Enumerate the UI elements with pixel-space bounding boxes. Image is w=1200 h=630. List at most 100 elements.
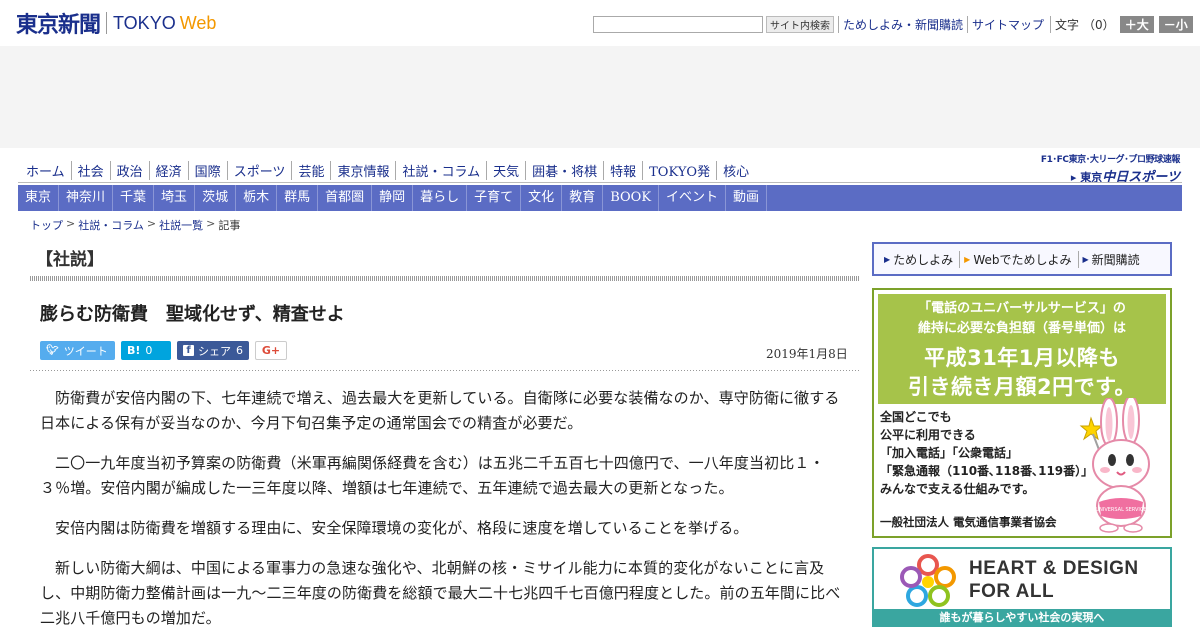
nav-item-tokyo-hatsu[interactable]: TOKYO発: [642, 160, 716, 180]
nav-divider: [18, 182, 1182, 183]
nav-item-politics[interactable]: 政治: [109, 160, 149, 180]
topic-education[interactable]: 教育: [562, 185, 604, 211]
topic-event[interactable]: イベント: [659, 185, 727, 211]
hatena-bookmark-button[interactable]: B! 0: [121, 341, 171, 360]
region-saitama[interactable]: 埼玉: [154, 185, 196, 211]
breadcrumb-separator: >: [206, 217, 216, 230]
nav-item-weather[interactable]: 天気: [486, 160, 525, 180]
ad-title-line2: FOR ALL: [969, 581, 1055, 602]
font-size-up-button[interactable]: ＋大: [1119, 15, 1154, 33]
breadcrumb-editorial-column[interactable]: 社説・コラム: [78, 217, 144, 233]
region-shutoken[interactable]: 首都圏: [318, 185, 373, 211]
font-size-label: 文字: [1050, 15, 1079, 33]
mascot-label: UNIVERSAL SERVICE: [1095, 507, 1146, 513]
ad-sponsor: 一般社団法人 電気通信事業者協会: [880, 515, 1057, 529]
trial-read-label: ためしよみ: [893, 252, 954, 267]
subscribe-label: 新聞購読: [1091, 252, 1140, 267]
topic-video[interactable]: 動画: [726, 185, 768, 211]
facebook-share-button[interactable]: f シェア 6: [177, 341, 249, 360]
region-kanagawa[interactable]: 神奈川: [59, 185, 114, 211]
logo-tokyo-shimbun: 東京新聞: [16, 12, 101, 38]
chunichi-sports-link[interactable]: F1･FC東京･大リーグ･プロ野球速報 ▸ 東京中日スポーツ: [1027, 152, 1180, 185]
ad-headline-panel: 「電話のユニバーサルサービス」の 維持に必要な負担額（番号単価）は 平成31年1…: [878, 294, 1166, 404]
ad-body-line: 全国どこでも: [880, 410, 952, 424]
article-paragraph: 新しい防衛大綱は、中国による軍事力の急速な強化や、北朝鮮の核・ミサイル能力に本質…: [40, 559, 841, 627]
publish-date: 2019年1月8日: [766, 347, 848, 361]
regional-nav: 東京 神奈川 千葉 埼玉 茨城 栃木 群馬 首都圏 静岡 暮らし 子育て 文化 …: [18, 185, 1182, 211]
tweet-label: ツイート: [63, 344, 108, 358]
nav-item-tokyo-info[interactable]: 東京情報: [330, 160, 395, 180]
region-tokyo[interactable]: 東京: [18, 185, 60, 211]
region-ibaraki[interactable]: 茨城: [195, 185, 237, 211]
article-headline: 膨らむ防衛費 聖域化せず、精査せよ: [40, 304, 345, 325]
google-plus-button[interactable]: G+: [255, 341, 287, 360]
hatena-count: 0: [145, 344, 153, 357]
article-paragraph: 防衛費が安倍内閣の下、七年連続で増え、過去最大を更新している。自衛隊に必要な装備…: [40, 389, 840, 432]
partner-tagline: F1･FC東京･大リーグ･プロ野球速報: [1040, 155, 1180, 165]
breadcrumb-editorial-list[interactable]: 社説一覧: [159, 217, 203, 233]
tweet-button[interactable]: 🐦︎ ツイート: [40, 341, 115, 360]
ad-line: 「電話のユニバーサルサービス」の: [918, 301, 1126, 316]
topic-culture[interactable]: 文化: [521, 185, 563, 211]
subscribe-link[interactable]: ▶ 新聞購読: [1079, 251, 1146, 268]
region-chiba[interactable]: 千葉: [113, 185, 155, 211]
article-paragraph: 二〇一九年度当初予算案の防衛費（米軍再編関係経費を含む）は五兆二千五百七十四億円…: [40, 454, 825, 497]
twitter-bird-icon: 🐦︎: [46, 345, 59, 356]
hatena-bookmark-icon: B!: [127, 344, 141, 357]
ad-body-line: 「緊急通報（110番､118番､119番）」を: [880, 464, 1106, 478]
breadcrumb-current: 記事: [218, 219, 241, 232]
article-divider: [30, 370, 860, 371]
universal-service-ad[interactable]: 「電話のユニバーサルサービス」の 維持に必要な負担額（番号単価）は 平成31年1…: [872, 288, 1172, 538]
logo-web: Web: [179, 12, 217, 33]
ad-body: 全国どこでも 公平に利用できる 「加入電話」「公衆電話」 「緊急通報（110番､…: [880, 408, 1106, 498]
site-search-input[interactable]: [593, 15, 763, 33]
nav-item-entertainment[interactable]: 芸能: [291, 160, 330, 180]
nav-item-home[interactable]: ホーム: [24, 161, 71, 180]
breadcrumb-top[interactable]: トップ: [30, 217, 63, 233]
social-share-bar: 🐦︎ ツイート B! 0 f シェア 6 G+: [40, 341, 293, 360]
site-logo[interactable]: 東京新聞 TOKYO Web: [16, 10, 217, 38]
font-size-down-button[interactable]: －小: [1158, 15, 1193, 33]
font-size-value: （0）: [1083, 17, 1115, 32]
logo-tokyo: TOKYO: [113, 12, 176, 33]
region-gunma[interactable]: 群馬: [277, 185, 319, 211]
topic-living[interactable]: 暮らし: [413, 185, 468, 211]
facebook-share-count: 6: [236, 344, 243, 357]
facebook-icon: f: [183, 345, 194, 356]
breadcrumb-separator: >: [66, 217, 76, 230]
section-divider: [30, 276, 860, 281]
nav-item-economy[interactable]: 経済: [148, 160, 188, 180]
arrow-right-icon: ▶: [884, 254, 891, 264]
article-body: 防衛費が安倍内閣の下、七年連続で増え、過去最大を更新している。自衛隊に必要な装備…: [40, 386, 845, 630]
ad-title-line1: HEART & DESIGN: [969, 558, 1139, 579]
ad-body-line: 「加入電話」「公衆電話」: [880, 446, 1019, 460]
section-label: 【社説】: [36, 250, 104, 270]
region-shizuoka[interactable]: 静岡: [372, 185, 414, 211]
nav-item-sports[interactable]: スポーツ: [226, 160, 292, 180]
nav-item-society[interactable]: 社会: [70, 160, 110, 180]
ad-body-line: みんなで支える仕組みです。: [880, 482, 1035, 496]
topic-book[interactable]: BOOK: [603, 185, 660, 211]
ad-line-large: 平成31年1月以降も: [924, 346, 1120, 370]
nav-item-editorial-column[interactable]: 社説・コラム: [395, 160, 486, 180]
subscription-links-box: ▶ ためしよみ ▶ Webでためしよみ ▶ 新聞購読: [872, 242, 1172, 276]
breadcrumb-separator: >: [146, 217, 157, 230]
trial-subscribe-link[interactable]: ためしよみ・新聞購読: [838, 15, 963, 33]
web-trial-read-label: Webでためしよみ: [973, 252, 1072, 267]
nav-item-kakushin[interactable]: 核心: [716, 160, 755, 180]
breadcrumb: トップ > 社説・コラム > 社説一覧 > 記事: [30, 217, 240, 233]
nav-item-international[interactable]: 国際: [187, 160, 227, 180]
banner-ad-area: [0, 46, 1200, 148]
web-trial-read-link[interactable]: ▶ Webでためしよみ: [960, 250, 1079, 268]
heart-design-ad[interactable]: HEART & DESIGN FOR ALL 誰もが暮らしやすい社会の実現へ: [872, 547, 1172, 627]
sitemap-link[interactable]: サイトマップ: [967, 15, 1044, 33]
region-tochigi[interactable]: 栃木: [236, 185, 278, 211]
topic-parenting[interactable]: 子育て: [467, 185, 522, 211]
flower-logo-icon: [900, 554, 956, 607]
site-search-button[interactable]: サイト内検索: [766, 15, 834, 33]
nav-item-go-shogi[interactable]: 囲碁・将棋: [525, 160, 603, 180]
facebook-share-label: シェア: [198, 344, 231, 358]
trial-read-link[interactable]: ▶ ためしよみ: [880, 250, 961, 268]
google-plus-icon: G+: [261, 344, 281, 357]
nav-item-special-report[interactable]: 特報: [603, 160, 642, 180]
